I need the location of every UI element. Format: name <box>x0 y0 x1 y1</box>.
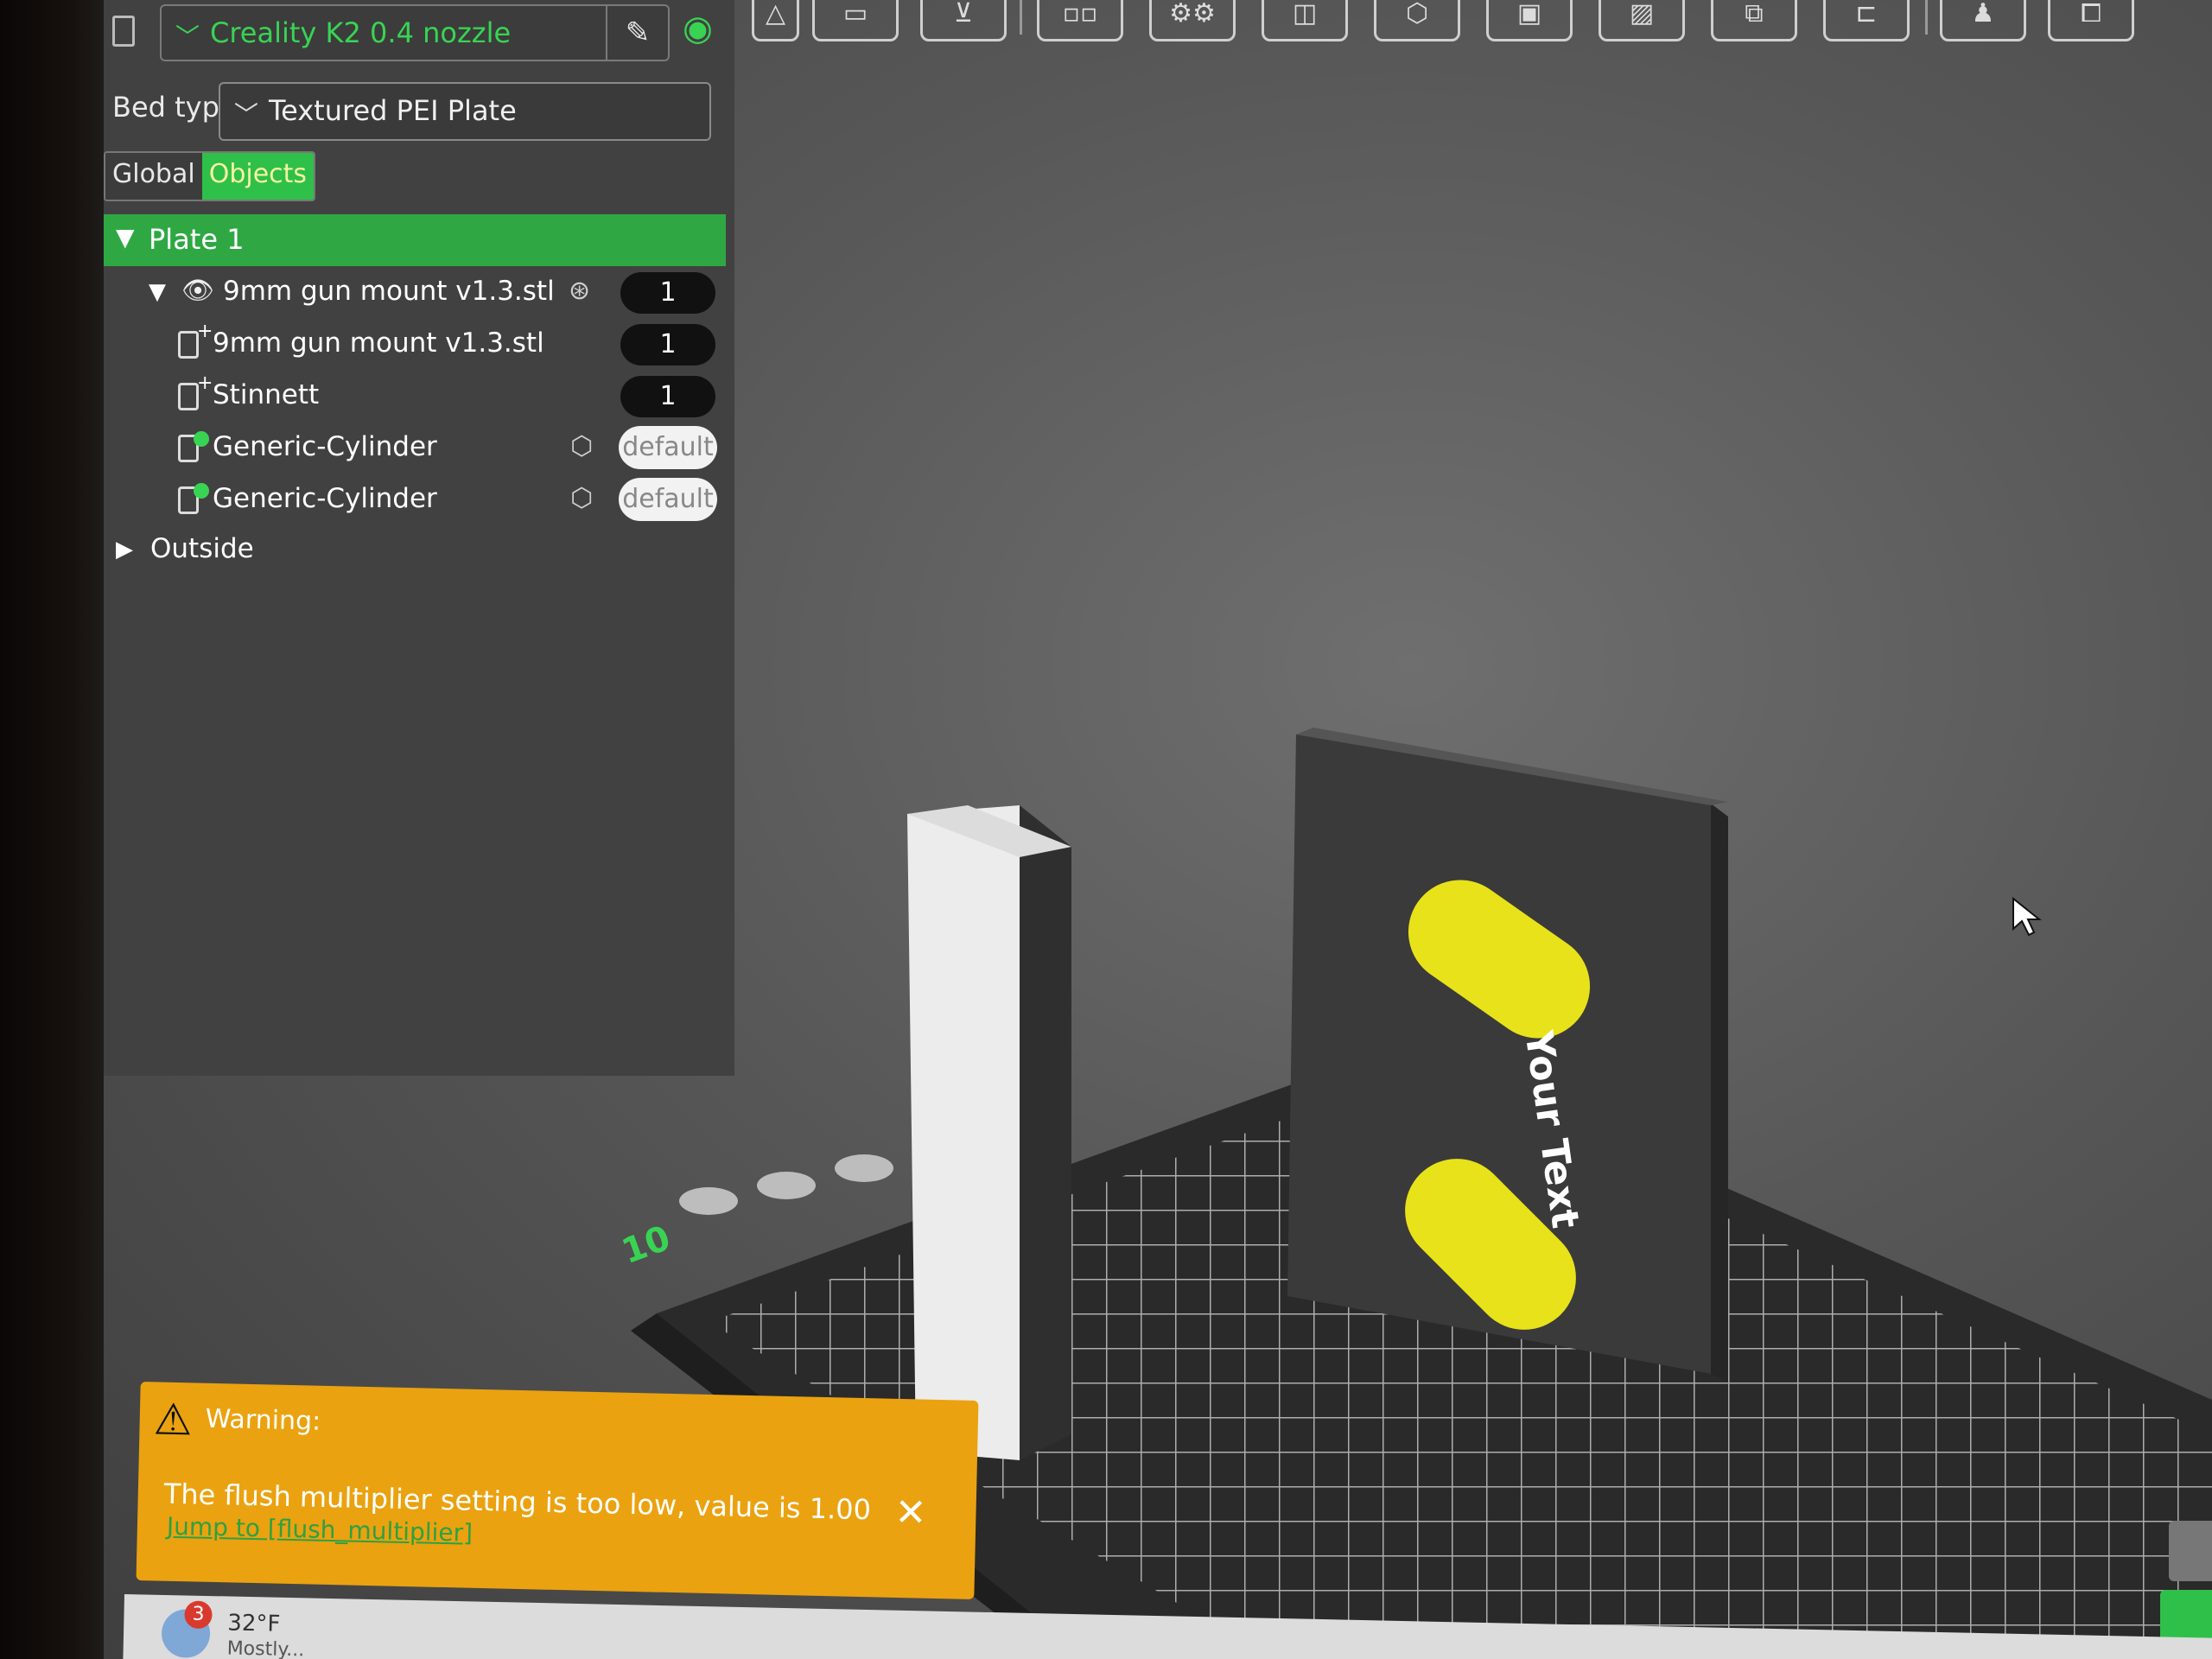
bed-type-select[interactable]: ﹀ Textured PEI Plate <box>219 82 711 141</box>
object-name: Generic-Cylinder <box>213 483 437 514</box>
extruder-badge[interactable]: 1 <box>620 272 715 314</box>
warning-notification: ⚠ Warning: The flush multiplier setting … <box>136 1382 979 1599</box>
gun-mount-object-side <box>1020 805 1071 1460</box>
plus-icon: + <box>197 321 213 342</box>
part-icon <box>178 383 199 410</box>
cube-icon[interactable]: ⬡ <box>1374 0 1460 41</box>
slice-button[interactable] <box>2160 1590 2212 1642</box>
paint-icon[interactable]: ⊛ <box>569 276 590 306</box>
printer-selector[interactable]: ﹀ Creality K2 0.4 nozzle ✎ <box>160 4 670 61</box>
plate-button-icon <box>679 1187 738 1215</box>
object-name: Generic-Cylinder <box>213 431 437 462</box>
split-icon[interactable]: ▫▫ <box>1037 0 1123 41</box>
pencil-icon[interactable]: ✎ <box>606 6 668 60</box>
seam-icon[interactable]: ⧠ <box>2048 0 2134 41</box>
warning-title: Warning: <box>205 1403 321 1437</box>
weather-condition: Mostly... <box>226 1637 305 1659</box>
toolbar-separator <box>1020 0 1022 35</box>
app-window: Your Text 10 △ ▭ ⊻ ▫▫ ⚙⚙ ◫ ⬡ ▣ ▨ ⧉ ⊏ ♟ ⧠… <box>104 0 2212 1659</box>
layers-icon[interactable]: ⧉ <box>1711 0 1797 41</box>
sd-card-icon[interactable] <box>112 16 135 47</box>
view-tabs: Global Objects <box>104 151 316 201</box>
settings-icon[interactable]: ⚙⚙ <box>1149 0 1236 41</box>
object-name: Stinnett <box>213 379 320 410</box>
tab-objects[interactable]: Objects <box>201 153 315 200</box>
printer-bar: ﹀ Creality K2 0.4 nozzle ✎ ◉ <box>104 0 734 69</box>
side-button[interactable] <box>2169 1521 2212 1581</box>
close-icon[interactable]: ✕ <box>894 1491 927 1535</box>
eye-icon[interactable]: 👁 <box>181 276 214 306</box>
cube-settings-icon[interactable]: ⬡ <box>570 431 593 461</box>
triangle-right-icon[interactable]: ▶ <box>116 537 133 563</box>
cube-settings-icon[interactable]: ⬡ <box>570 483 593 513</box>
scale-icon[interactable]: ◫ <box>1262 0 1348 41</box>
tab-global[interactable]: Global <box>105 153 202 200</box>
weather-temperature[interactable]: 32°F <box>227 1611 281 1637</box>
plate-button-icon <box>835 1154 893 1182</box>
part-icon <box>178 331 199 359</box>
tree-row[interactable]: ▼ 👁 9mm gun mount v1.3.stl ⊛ 1 <box>104 269 726 317</box>
tree-row[interactable]: + Stinnett 1 <box>104 372 726 421</box>
triangle-down-icon[interactable]: ▼ <box>116 223 135 251</box>
gun-mount-object <box>907 805 1020 1460</box>
plate-button-icon <box>757 1172 816 1199</box>
add-icon[interactable]: △ <box>752 0 799 41</box>
warning-link[interactable]: Jump to [flush_multiplier] <box>167 1512 474 1548</box>
monitor-bezel <box>0 0 121 1659</box>
extruder-badge[interactable]: 1 <box>620 376 715 417</box>
tree-row[interactable]: Generic-Cylinder ⬡ default <box>104 424 726 473</box>
extruder-badge[interactable]: 1 <box>620 324 715 365</box>
top-toolbar: △ ▭ ⊻ ▫▫ ⚙⚙ ◫ ⬡ ▣ ▨ ⧉ ⊏ ♟ ⧠ <box>752 0 2212 52</box>
tree-row-outside[interactable]: ▶ Outside <box>104 526 726 575</box>
tree-row[interactable]: + 9mm gun mount v1.3.stl 1 <box>104 321 726 369</box>
mouse-cursor-icon <box>2012 896 2042 937</box>
chevron-down-icon: ﹀ <box>234 100 259 129</box>
extruder-badge[interactable]: default <box>619 478 717 521</box>
toolbar-separator <box>1925 0 1928 35</box>
plate-label: Plate 1 <box>149 223 245 256</box>
triangle-down-icon[interactable]: ▼ <box>149 279 166 305</box>
outside-label: Outside <box>150 533 254 564</box>
modifier-dot-icon <box>194 483 209 499</box>
arrange-icon[interactable]: ▭ <box>812 0 899 41</box>
wifi-icon[interactable]: ◉ <box>683 9 713 48</box>
tree-plate-row[interactable]: ▼ Plate 1 <box>104 214 726 266</box>
support-paint-icon[interactable]: ♟ <box>1940 0 2026 41</box>
hatch-icon[interactable]: ▨ <box>1599 0 1685 41</box>
modifier-dot-icon <box>194 431 209 447</box>
box-icon[interactable]: ▣ <box>1486 0 1573 41</box>
warning-icon: ⚠ <box>153 1394 194 1446</box>
plus-icon: + <box>197 372 213 394</box>
chevron-down-icon: ﹀ <box>175 22 200 51</box>
tree-row[interactable]: Generic-Cylinder ⬡ default <box>104 476 726 524</box>
measure-icon[interactable]: ⊏ <box>1823 0 1910 41</box>
extruder-badge[interactable]: default <box>619 426 717 469</box>
left-sidebar: ﹀ Creality K2 0.4 nozzle ✎ ◉ Bed type ﹀ … <box>104 0 734 1076</box>
bed-type-value: Textured PEI Plate <box>269 94 517 127</box>
orient-icon[interactable]: ⊻ <box>920 0 1007 41</box>
object-name: 9mm gun mount v1.3.stl <box>223 276 555 307</box>
printer-name: Creality K2 0.4 nozzle <box>210 16 512 49</box>
object-name: 9mm gun mount v1.3.stl <box>213 327 544 359</box>
stinnett-object-side <box>1711 804 1728 1382</box>
